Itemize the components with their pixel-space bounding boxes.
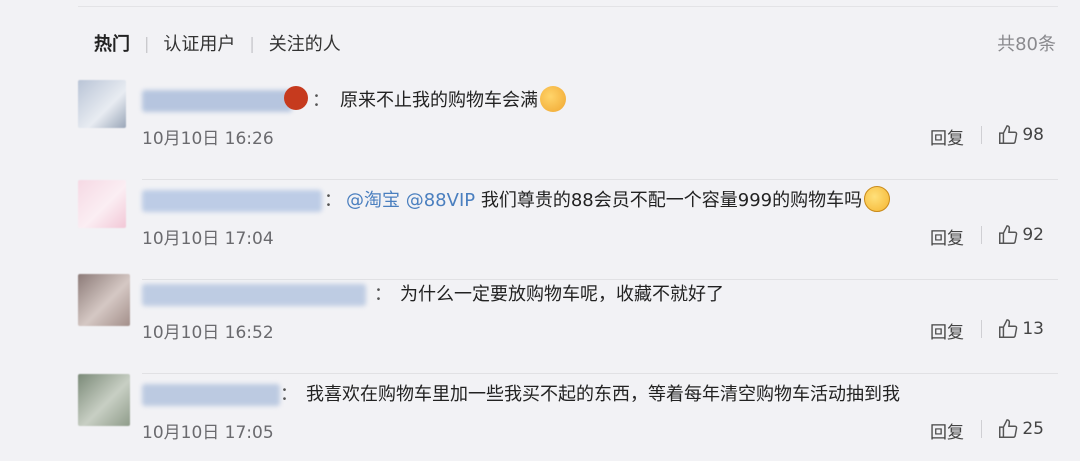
yum-face-icon xyxy=(540,86,566,112)
colon: ： xyxy=(280,384,298,405)
comment-body: 我们尊贵的88会员不配一个容量999的购物车吗 xyxy=(480,190,863,211)
comment-body: 原来不止我的购物车会满 xyxy=(340,90,538,111)
comment-item: ： 为什么一定要放购物车呢，收藏不就好了 10月10日 16:52 回复 13 xyxy=(78,274,1058,374)
action-divider xyxy=(981,420,982,438)
like-count: 25 xyxy=(1022,419,1044,439)
thumbs-up-icon xyxy=(999,125,1018,144)
reply-button[interactable]: 回复 xyxy=(930,124,964,149)
comment-item: ： 原来不止我的购物车会满 10月10日 16:26 回复 98 xyxy=(78,80,1058,180)
comment-timestamp: 10月10日 17:04 xyxy=(142,229,274,249)
comment-body: 为什么一定要放购物车呢，收藏不就好了 xyxy=(400,284,724,305)
mention-link[interactable]: @88VIP xyxy=(406,190,475,211)
comment-text: 为什么一定要放购物车呢，收藏不就好了 xyxy=(400,280,724,306)
thumbs-up-icon xyxy=(999,319,1018,338)
like-count: 92 xyxy=(1022,225,1044,245)
comment-text: 原来不止我的购物车会满 xyxy=(340,86,566,112)
comment-timestamp: 10月10日 17:05 xyxy=(142,423,274,443)
username-blurred[interactable] xyxy=(142,90,292,112)
comment-body: 我喜欢在购物车里加一些我买不起的东西，等着每年清空购物车活动抽到我 xyxy=(306,384,900,405)
comment-item: ： 我喜欢在购物车里加一些我买不起的东西，等着每年清空购物车活动抽到我 10月1… xyxy=(78,374,1058,461)
comment-timestamp: 10月10日 16:52 xyxy=(142,323,274,343)
like-count: 98 xyxy=(1022,125,1044,145)
tab-following[interactable]: 关注的人 xyxy=(269,30,341,56)
user-badge-icon xyxy=(284,86,308,110)
tab-separator: | xyxy=(249,33,255,53)
top-divider xyxy=(78,6,1058,7)
reply-button[interactable]: 回复 xyxy=(930,418,964,443)
comment-text: @淘宝 @88VIP 我们尊贵的88会员不配一个容量999的购物车吗 xyxy=(346,186,891,212)
comment-text: 我喜欢在购物车里加一些我买不起的东西，等着每年清空购物车活动抽到我 xyxy=(306,380,900,406)
comment-total-count: 共80条 xyxy=(997,34,1056,55)
like-count: 13 xyxy=(1022,319,1044,339)
thumbs-up-icon xyxy=(999,225,1018,244)
colon: ： xyxy=(312,90,330,111)
mention-link[interactable]: @淘宝 xyxy=(346,190,400,211)
avatar[interactable] xyxy=(78,374,130,426)
pleading-face-icon xyxy=(864,186,891,212)
tab-hot[interactable]: 热门 xyxy=(94,30,130,56)
reply-button[interactable]: 回复 xyxy=(930,318,964,343)
action-divider xyxy=(981,126,982,144)
avatar[interactable] xyxy=(78,80,126,128)
thumbs-up-icon xyxy=(999,419,1018,438)
colon: ： xyxy=(324,190,342,211)
reply-button[interactable]: 回复 xyxy=(930,224,964,249)
avatar[interactable] xyxy=(78,180,126,228)
comment-item: ： @淘宝 @88VIP 我们尊贵的88会员不配一个容量999的购物车吗 10月… xyxy=(78,180,1058,280)
action-divider xyxy=(981,226,982,244)
like-button[interactable]: 25 xyxy=(997,418,1044,440)
like-button[interactable]: 98 xyxy=(997,124,1044,146)
tab-separator: | xyxy=(144,33,150,53)
comment-filter-bar: 热门 | 认证用户 | 关注的人 xyxy=(94,30,341,56)
action-divider xyxy=(981,320,982,338)
avatar[interactable] xyxy=(78,274,130,326)
username-blurred[interactable] xyxy=(142,284,366,306)
username-blurred[interactable] xyxy=(142,384,280,406)
like-button[interactable]: 92 xyxy=(997,224,1044,246)
like-button[interactable]: 13 xyxy=(997,318,1044,340)
colon: ： xyxy=(374,284,392,305)
comment-timestamp: 10月10日 16:26 xyxy=(142,129,274,149)
username-blurred[interactable] xyxy=(142,190,322,212)
tab-verified-users[interactable]: 认证用户 xyxy=(163,30,235,56)
